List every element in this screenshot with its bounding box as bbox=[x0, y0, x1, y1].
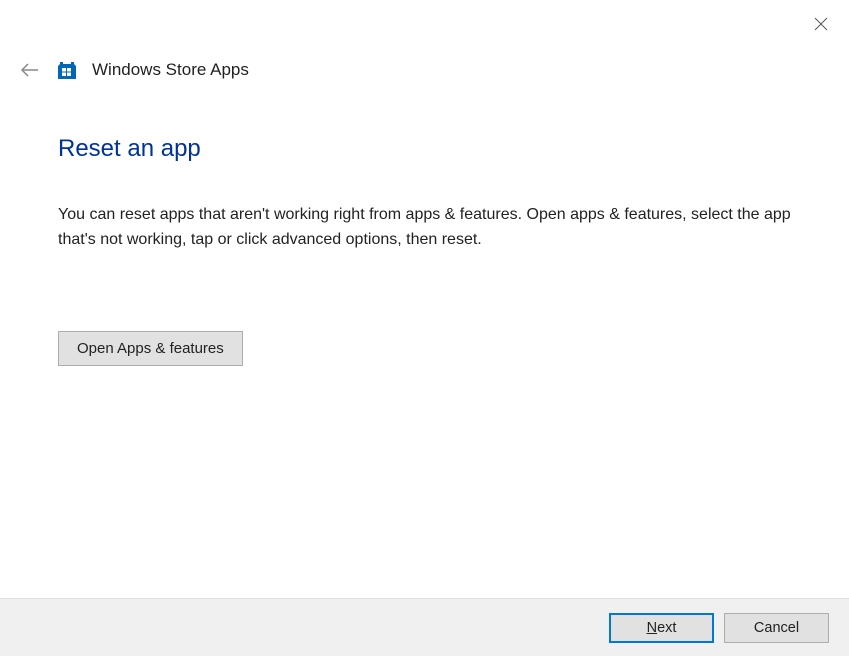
open-apps-features-button[interactable]: Open Apps & features bbox=[58, 331, 243, 366]
cancel-button[interactable]: Cancel bbox=[724, 613, 829, 643]
arrow-left-icon bbox=[19, 59, 41, 81]
windows-store-icon bbox=[56, 59, 78, 81]
close-button[interactable] bbox=[811, 14, 831, 34]
footer: Next Cancel bbox=[0, 598, 849, 656]
page-title: Reset an app bbox=[58, 135, 819, 163]
next-button[interactable]: Next bbox=[609, 613, 714, 643]
back-button[interactable] bbox=[18, 58, 42, 82]
close-icon bbox=[814, 17, 828, 31]
header: Windows Store Apps bbox=[18, 58, 249, 82]
main-content: Reset an app You can reset apps that are… bbox=[58, 135, 819, 366]
description-text: You can reset apps that aren't working r… bbox=[58, 203, 819, 253]
header-title: Windows Store Apps bbox=[92, 60, 249, 80]
